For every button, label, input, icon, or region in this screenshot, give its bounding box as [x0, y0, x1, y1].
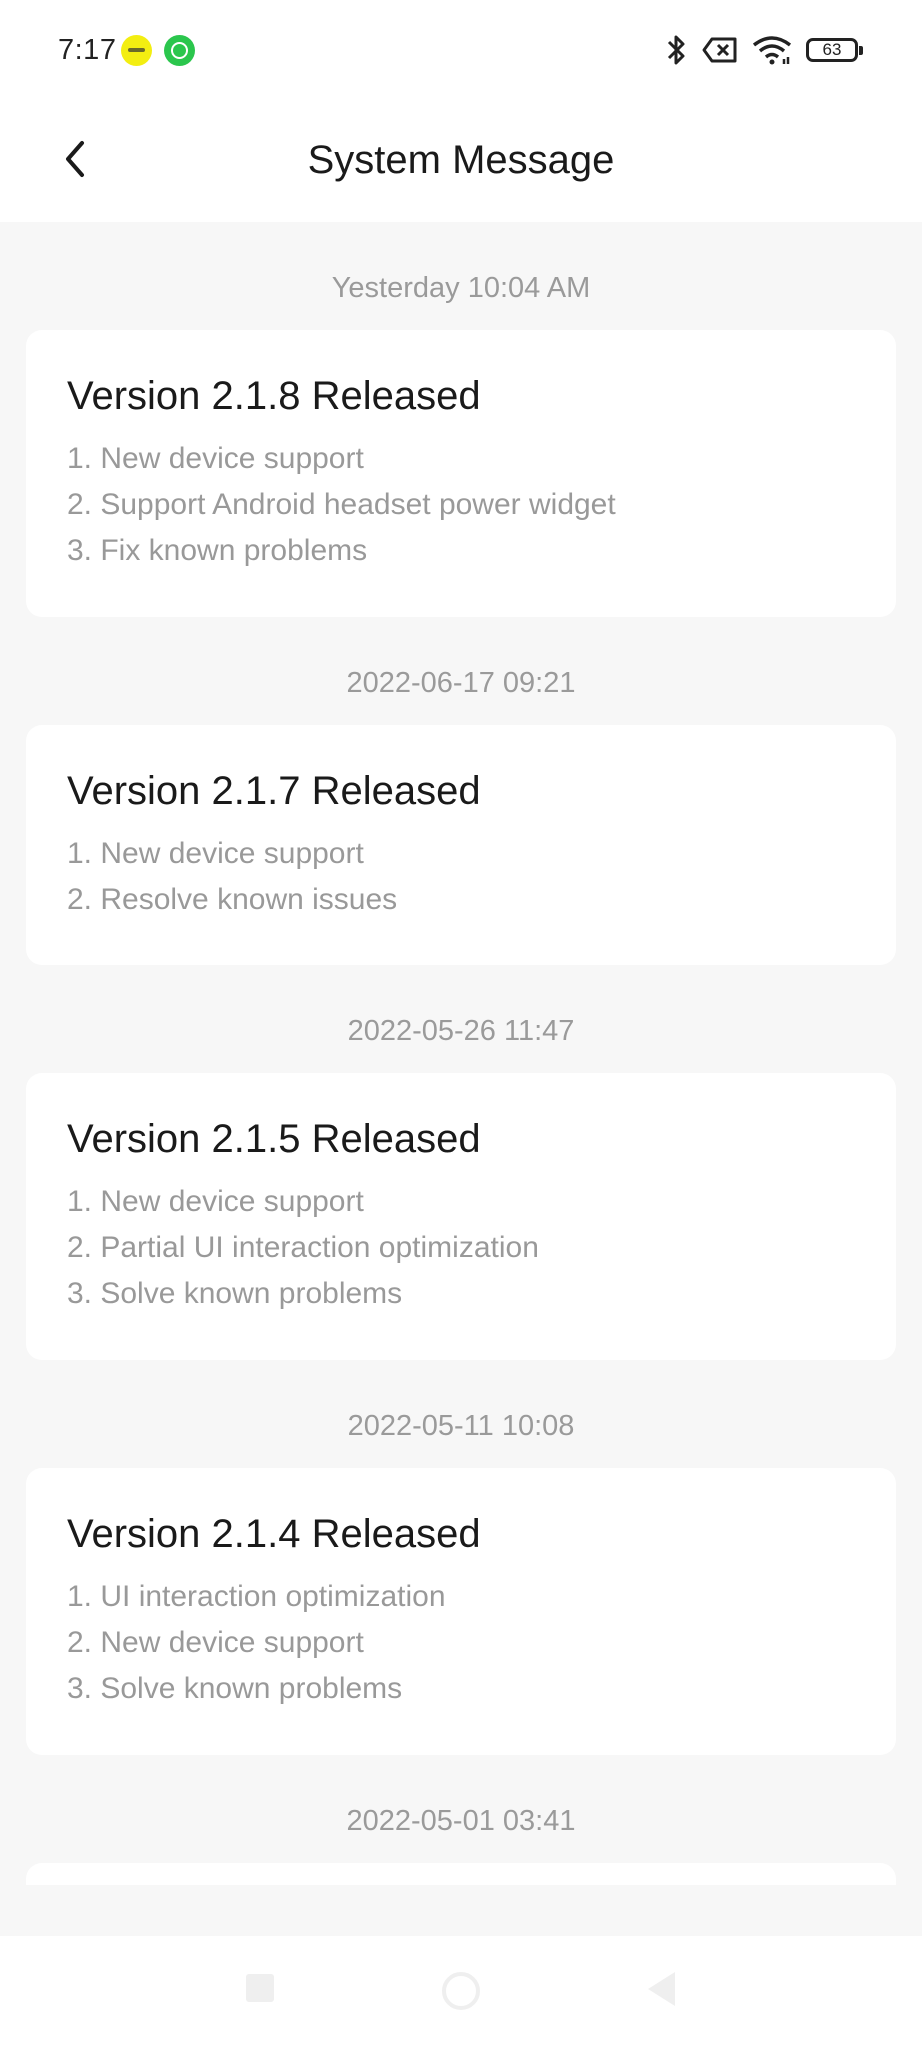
bluetooth-icon — [666, 33, 688, 67]
message-line: 2. Support Android headset power widget — [67, 488, 616, 521]
message-timestamp: 2022-05-26 11:47 — [347, 1015, 575, 1047]
notification-app-icon — [121, 35, 152, 66]
message-line: 1. New device support — [67, 442, 364, 475]
page-title: System Message — [307, 138, 615, 182]
message-line: 2. New device support — [67, 1626, 364, 1659]
screen: 7:17 63 System Message Yesterday 10:04 A… — [0, 0, 922, 2048]
battery-icon: 63 — [806, 38, 863, 62]
message-list[interactable]: Yesterday 10:04 AM Version 2.1.8 Release… — [0, 222, 922, 1885]
message-title: Version 2.1.7 Released — [67, 769, 481, 813]
recent-apps-icon[interactable] — [246, 1974, 274, 2002]
message-line: 2. Partial UI interaction optimization — [67, 1231, 539, 1264]
message-title: Version 2.1.5 Released — [67, 1117, 481, 1161]
message-line: 2. Resolve known issues — [67, 883, 398, 916]
message-card[interactable]: Version 2.1.4 Released 1. UI interaction… — [26, 1468, 896, 1755]
message-line: 3. Solve known problems — [67, 1672, 403, 1705]
message-card[interactable]: Version 2.1.5 Released 1. New device sup… — [26, 1073, 896, 1360]
whatsapp-icon — [164, 35, 195, 66]
wifi-icon — [752, 35, 792, 65]
battery-level: 63 — [822, 40, 842, 59]
status-time: 7:17 — [58, 34, 117, 66]
back-triangle-icon[interactable] — [648, 1972, 675, 2006]
message-line: 3. Solve known problems — [67, 1277, 403, 1310]
message-line: 1. New device support — [67, 1185, 364, 1218]
message-card[interactable] — [26, 1863, 896, 1885]
message-timestamp: 2022-05-01 03:41 — [346, 1805, 576, 1837]
home-icon[interactable] — [442, 1972, 480, 2010]
message-line: 1. New device support — [67, 837, 364, 870]
header: System Message — [0, 100, 922, 222]
navigation-bar — [0, 1936, 922, 2048]
message-title: Version 2.1.8 Released — [67, 374, 481, 418]
message-card[interactable]: Version 2.1.7 Released 1. New device sup… — [26, 725, 896, 965]
status-bar: 7:17 63 — [0, 0, 922, 100]
no-sim-icon — [702, 36, 738, 64]
message-timestamp: 2022-05-11 10:08 — [347, 1410, 575, 1442]
message-line: 3. Fix known problems — [67, 534, 368, 567]
message-title: Version 2.1.4 Released — [67, 1512, 481, 1556]
message-line: 1. UI interaction optimization — [67, 1580, 446, 1613]
status-icons: 63 — [666, 30, 863, 70]
message-card[interactable]: Version 2.1.8 Released 1. New device sup… — [26, 330, 896, 617]
message-timestamp: 2022-06-17 09:21 — [346, 667, 576, 699]
message-timestamp: Yesterday 10:04 AM — [331, 272, 591, 304]
